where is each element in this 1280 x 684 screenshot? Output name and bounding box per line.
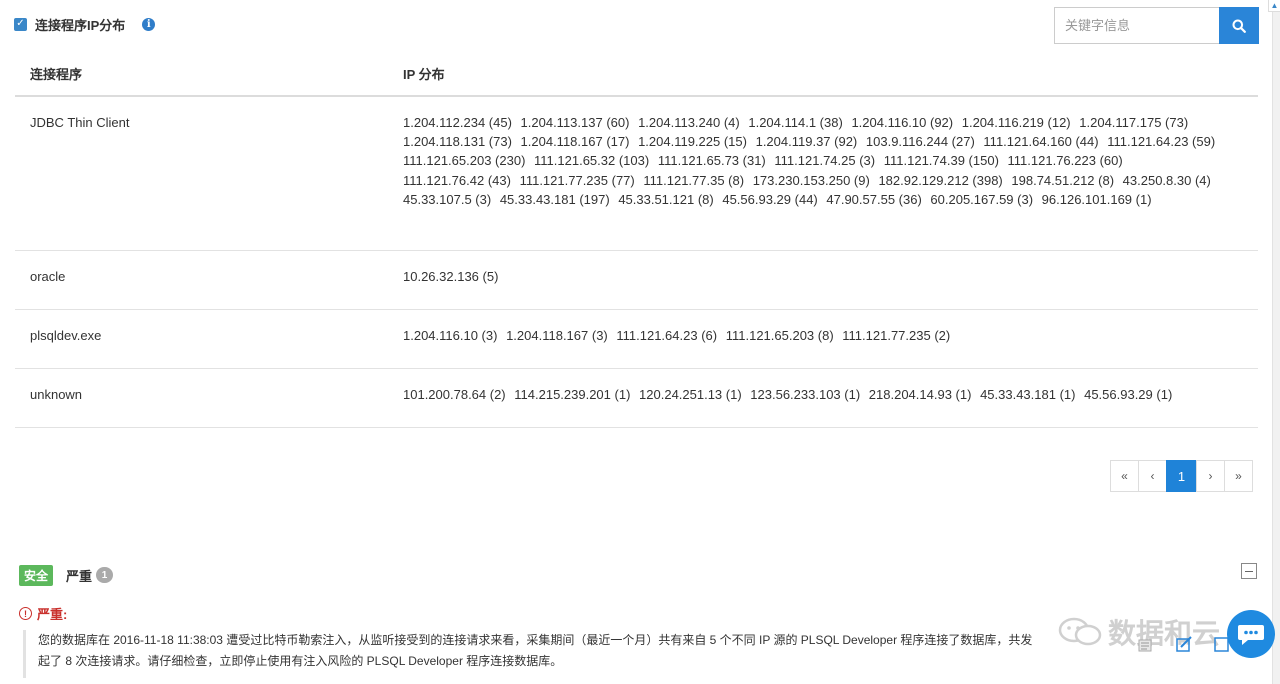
- program-cell: plsqldev.exe: [15, 309, 388, 369]
- prev-page-button[interactable]: ‹: [1138, 460, 1167, 492]
- ip-entry: 1.204.118.167 (3): [506, 327, 608, 343]
- column-header-ip[interactable]: IP 分布: [388, 52, 1258, 97]
- search-box: [1054, 7, 1259, 44]
- count-badge: 1: [96, 567, 114, 583]
- ip-entry: 173.230.153.250 (9): [752, 172, 870, 188]
- checkbox-icon[interactable]: ✓: [14, 17, 27, 31]
- ip-entry: 218.204.14.93 (1): [868, 386, 972, 402]
- pagination: « ‹ 1 › »: [1110, 460, 1253, 492]
- document-icon[interactable]: [1138, 636, 1154, 652]
- table-row: unknown 101.200.78.64 (2) 114.215.239.20…: [15, 368, 1258, 428]
- ip-entry: 1.204.118.167 (17): [520, 134, 630, 150]
- ip-entry: 111.121.65.32 (103): [534, 153, 650, 169]
- ip-entry: 111.121.64.23 (59): [1107, 134, 1216, 150]
- ip-entry: 111.121.64.23 (6): [616, 327, 718, 343]
- alert-message: 您的数据库在 2016-11-18 11:38:03 遭受过比特币勒索注入，从监…: [23, 630, 1038, 678]
- search-button[interactable]: [1219, 7, 1259, 44]
- search-input[interactable]: [1054, 7, 1219, 44]
- ip-entry: 103.9.116.244 (27): [865, 134, 975, 150]
- category-badge: 安全: [19, 564, 54, 586]
- ip-entry: 10.26.32.136 (5): [403, 268, 499, 284]
- edit-icon[interactable]: [1176, 636, 1192, 652]
- ip-entry: 111.121.77.235 (77): [519, 172, 635, 188]
- ip-entry: 101.200.78.64 (2): [403, 386, 506, 402]
- ip-entry: 120.24.251.13 (1): [639, 386, 742, 402]
- last-page-button[interactable]: »: [1224, 460, 1253, 492]
- chat-icon: [1238, 625, 1264, 645]
- collapse-icon[interactable]: [1241, 563, 1257, 579]
- ip-entry: 123.56.233.103 (1): [750, 386, 861, 402]
- ip-entry: 111.121.65.203 (230): [403, 153, 526, 169]
- program-cell: oracle: [15, 250, 388, 310]
- ip-cell: 1.204.116.10 (3) 1.204.118.167 (3) 111.1…: [388, 309, 1258, 369]
- severity-label: 严重: [66, 568, 93, 584]
- ip-entry: 182.92.129.212 (398): [878, 172, 1003, 188]
- ip-entry: 1.204.118.131 (73): [403, 134, 512, 150]
- wechat-icon: [1058, 617, 1102, 646]
- ip-entry: 45.33.51.121 (8): [618, 191, 714, 207]
- ip-cell: 1.204.112.234 (45) 1.204.113.137 (60) 1.…: [388, 96, 1258, 251]
- ip-entry: 111.121.74.39 (150): [883, 153, 999, 169]
- page-1-button[interactable]: 1: [1166, 460, 1197, 492]
- ip-entry: 111.121.77.235 (2): [842, 327, 951, 343]
- ip-entry: 60.205.167.59 (3): [930, 191, 1034, 207]
- search-icon: [1232, 19, 1246, 33]
- table-row: oracle 10.26.32.136 (5): [15, 250, 1258, 310]
- ip-entry: 111.121.65.73 (31): [657, 153, 766, 169]
- ip-entry: 1.204.119.37 (92): [755, 134, 858, 150]
- panel-header: ✓ 连接程序IP分布 i: [14, 12, 156, 36]
- ip-entry: 45.33.43.181 (1): [980, 386, 1076, 402]
- alert-actions: [1138, 636, 1230, 652]
- program-cell: JDBC Thin Client: [15, 96, 388, 251]
- table-row: JDBC Thin Client 1.204.112.234 (45) 1.20…: [15, 96, 1258, 251]
- program-cell: unknown: [15, 368, 388, 428]
- ip-entry: 45.33.43.181 (197): [499, 191, 610, 207]
- warning-icon: !: [19, 607, 32, 620]
- panel-title: 连接程序IP分布: [35, 17, 126, 33]
- ip-entry: 45.33.107.5 (3): [403, 191, 492, 207]
- ip-distribution-table: 连接程序 IP 分布 JDBC Thin Client 1.204.112.23…: [15, 52, 1258, 428]
- ip-entry: 45.56.93.29 (1): [1084, 386, 1173, 402]
- ip-entry: 114.215.239.201 (1): [514, 386, 631, 402]
- ip-entry: 111.121.76.42 (43): [403, 172, 511, 188]
- first-page-button[interactable]: «: [1110, 460, 1139, 492]
- ip-entry: 111.121.64.160 (44): [983, 134, 1099, 150]
- ip-entry: 198.74.51.212 (8): [1011, 172, 1115, 188]
- severe-title: ! 严重:: [19, 604, 67, 623]
- ip-entry: 1.204.113.137 (60): [520, 115, 630, 130]
- ip-entry: 1.204.116.10 (92): [851, 115, 954, 130]
- info-icon[interactable]: i: [142, 17, 156, 31]
- ip-entry: 1.204.112.234 (45): [403, 115, 512, 130]
- ip-entry: 96.126.101.169 (1): [1041, 191, 1152, 207]
- table-header-row: 连接程序 IP 分布: [15, 52, 1258, 97]
- scroll-up-icon[interactable]: ▲: [1268, 0, 1280, 12]
- ip-entry: 1.204.116.219 (12): [961, 115, 1071, 130]
- ip-entry: 1.204.116.10 (3): [403, 327, 498, 343]
- chat-button[interactable]: [1227, 610, 1275, 658]
- table-row: plsqldev.exe 1.204.116.10 (3) 1.204.118.…: [15, 309, 1258, 369]
- ip-entry: 1.204.119.225 (15): [638, 134, 747, 150]
- ip-entry: 43.250.8.30 (4): [1122, 172, 1211, 188]
- ip-entry: 1.204.113.240 (4): [638, 115, 740, 130]
- ip-entry: 1.204.117.175 (73): [1079, 115, 1189, 130]
- ip-entry: 47.90.57.55 (36): [826, 191, 922, 207]
- ip-entry: 45.56.93.29 (44): [722, 191, 818, 207]
- column-header-program[interactable]: 连接程序: [15, 52, 388, 97]
- severe-title-text: 严重:: [37, 607, 68, 622]
- alert-header: 安全 严重 1: [19, 564, 114, 586]
- ip-entry: 111.121.65.203 (8): [725, 327, 834, 343]
- ip-entry: 111.121.76.223 (60): [1007, 153, 1123, 169]
- ip-entry: 1.204.114.1 (38): [748, 115, 843, 130]
- ip-entry: 111.121.74.25 (3): [774, 153, 876, 169]
- right-scroll-strip[interactable]: [1272, 0, 1280, 684]
- ip-cell: 10.26.32.136 (5): [388, 250, 1258, 310]
- ip-entry: 111.121.77.35 (8): [643, 172, 745, 188]
- next-page-button[interactable]: ›: [1196, 460, 1225, 492]
- ip-cell: 101.200.78.64 (2) 114.215.239.201 (1) 12…: [388, 368, 1258, 428]
